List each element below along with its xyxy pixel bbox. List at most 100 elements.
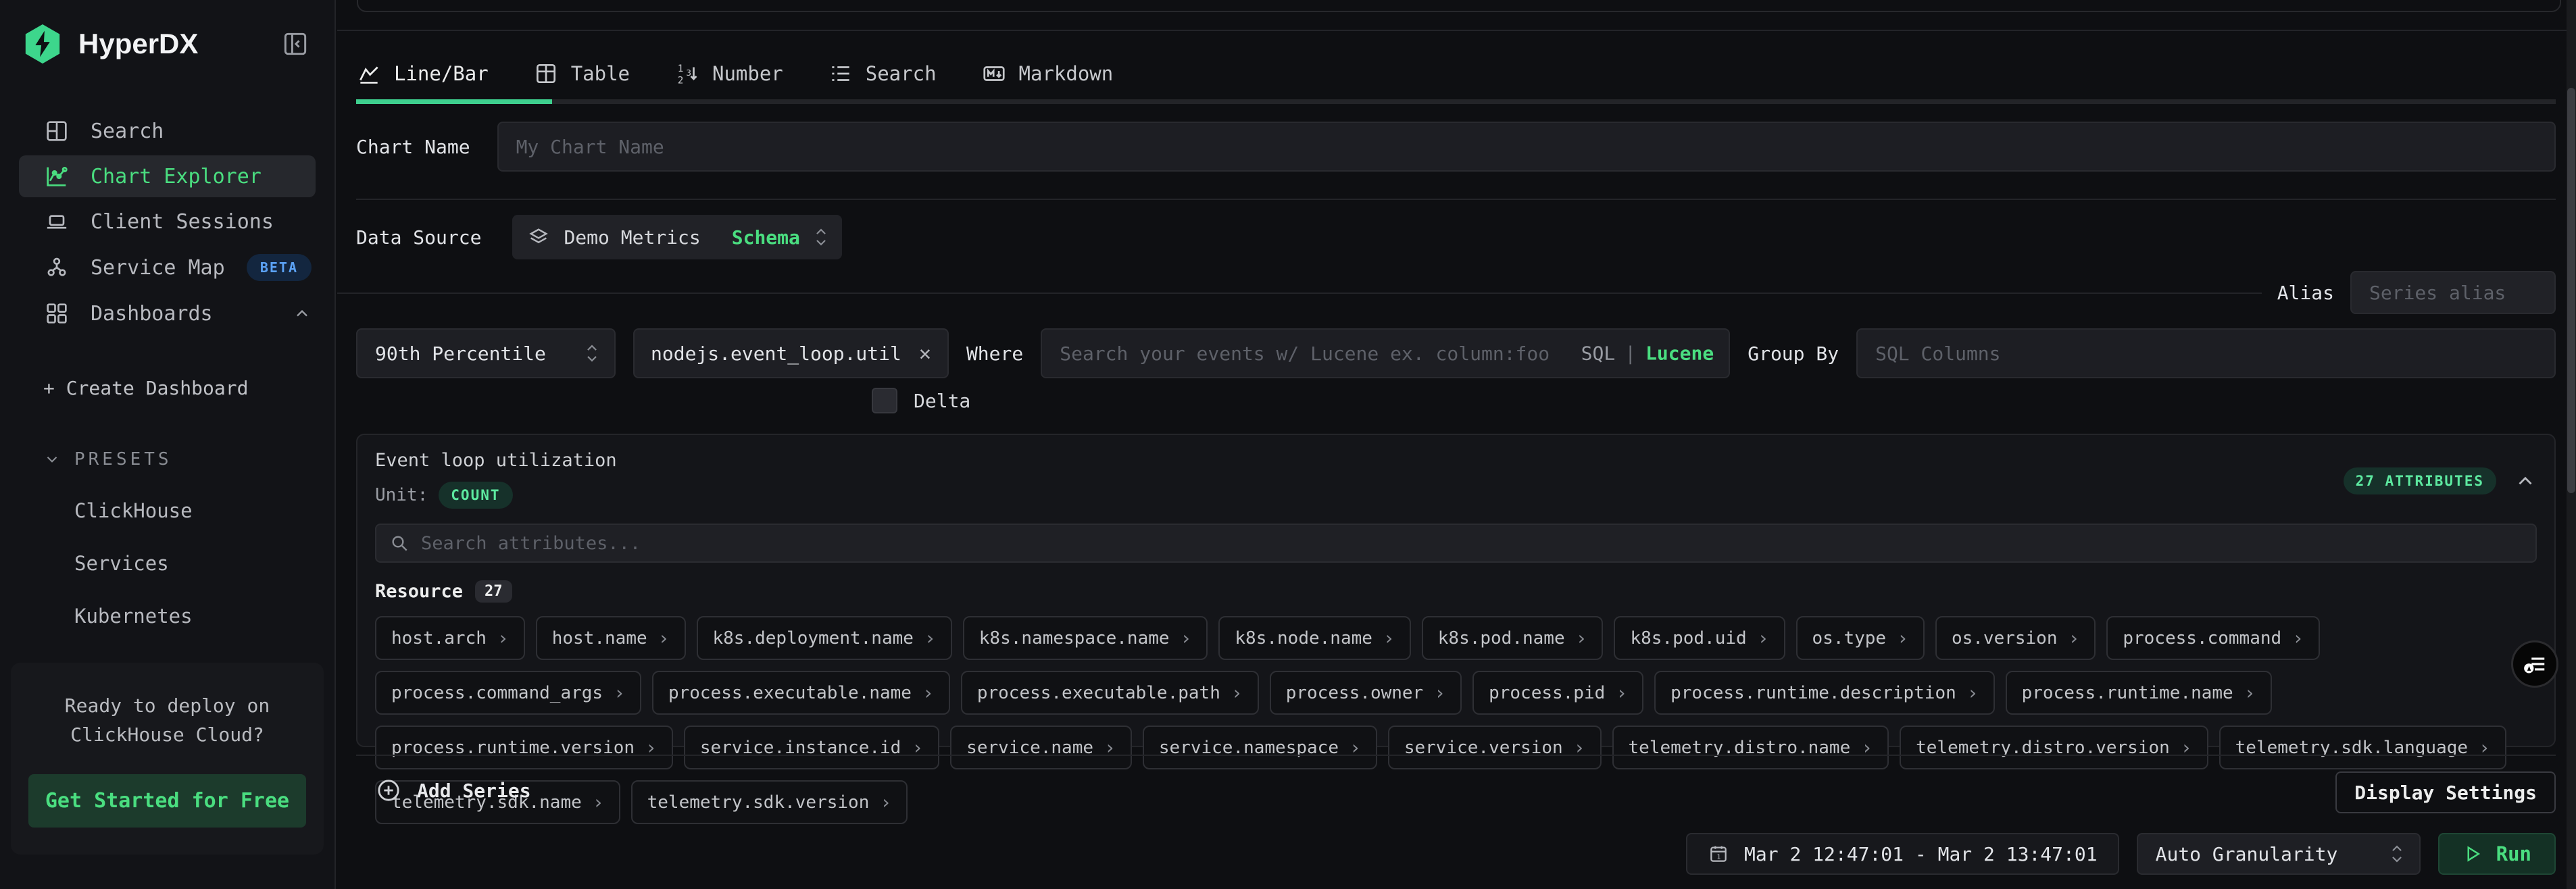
chart-name-row: Chart Name — [356, 122, 2556, 172]
tab-number[interactable]: 1 2 3 Number — [674, 49, 783, 99]
list-icon — [828, 61, 853, 86]
attribute-chip-list: host.arch › host.name › k8s.deployment.n… — [375, 616, 2537, 824]
attribute-chip[interactable]: k8s.deployment.name › — [697, 616, 952, 660]
chevron-right-icon: › — [2244, 682, 2256, 704]
sidebar-collapse-icon[interactable] — [280, 29, 310, 59]
display-settings-button[interactable]: Display Settings — [2335, 771, 2556, 813]
attribute-chip[interactable]: k8s.pod.uid › — [1614, 616, 1785, 660]
add-series-button[interactable]: Add Series — [375, 777, 531, 804]
preset-kubernetes[interactable]: Kubernetes — [74, 605, 335, 628]
attribute-chip-label: host.name — [552, 628, 647, 649]
attribute-chip-label: k8s.node.name — [1235, 628, 1372, 649]
where-label: Where — [966, 342, 1023, 365]
attribute-chip[interactable]: service.version › — [1388, 726, 1602, 769]
sidebar-item-chart-explorer[interactable]: Chart Explorer — [19, 155, 316, 197]
metric-description: Event loop utilization — [375, 450, 2344, 471]
chevron-right-icon: › — [1434, 682, 1445, 704]
attribute-chip[interactable]: k8s.node.name › — [1218, 616, 1410, 660]
alias-input[interactable] — [2350, 271, 2556, 314]
attribute-chip[interactable]: telemetry.distro.version › — [1900, 726, 2208, 769]
delta-checkbox[interactable] — [872, 388, 897, 413]
remove-metric-icon[interactable]: ✕ — [919, 342, 931, 365]
chevron-right-icon: › — [2292, 627, 2304, 649]
attribute-chip[interactable]: k8s.pod.name › — [1422, 616, 1604, 660]
panel-titles: Event loop utilization Unit: COUNT — [375, 450, 2344, 509]
attribute-chip[interactable]: process.command_args › — [375, 671, 641, 715]
attribute-chip[interactable]: k8s.namespace.name › — [963, 616, 1208, 660]
tab-table[interactable]: Table — [533, 49, 630, 99]
chart-name-input[interactable] — [497, 122, 2556, 172]
attribute-chip[interactable]: process.runtime.name › — [2006, 671, 2272, 715]
sidebar-item-client-sessions[interactable]: Client Sessions — [0, 200, 335, 243]
aggregation-value: 90th Percentile — [375, 342, 546, 365]
attribute-search-input[interactable] — [375, 524, 2537, 563]
divider — [356, 755, 2556, 756]
attribute-chip[interactable]: process.command › — [2106, 616, 2320, 660]
chevron-right-icon: › — [2069, 627, 2080, 649]
granularity-value: Auto Granularity — [2156, 843, 2338, 865]
collapse-panel-icon[interactable] — [2514, 469, 2537, 492]
alias-row: Alias — [2277, 271, 2556, 314]
attribute-chip[interactable]: telemetry.distro.name › — [1612, 726, 1889, 769]
search-icon — [389, 532, 410, 554]
attribute-chip-label: k8s.namespace.name — [979, 628, 1170, 649]
tab-search[interactable]: Search — [828, 49, 937, 99]
tab-markdown[interactable]: Markdown — [981, 49, 1114, 99]
create-dashboard-button[interactable]: + Create Dashboard — [43, 377, 335, 399]
attribute-chip-label: os.type — [1812, 628, 1887, 649]
attribute-chip[interactable]: process.runtime.version › — [375, 726, 673, 769]
granularity-select[interactable]: Auto Granularity — [2137, 833, 2421, 875]
metric-tag[interactable]: nodejs.event_loop.util ✕ — [633, 328, 949, 378]
scrollbar-thumb[interactable] — [2567, 88, 2575, 493]
attribute-chip[interactable]: telemetry.sdk.version › — [631, 780, 908, 824]
sidebar-item-search[interactable]: Search — [0, 109, 335, 153]
attribute-chip[interactable]: process.pid › — [1472, 671, 1643, 715]
preset-services[interactable]: Services — [74, 552, 335, 575]
tabs-track — [356, 99, 2556, 104]
aggregation-select[interactable]: 90th Percentile — [356, 328, 616, 378]
presets-header[interactable]: PRESETS — [43, 449, 335, 469]
lucene-toggle[interactable]: Lucene — [1645, 342, 1714, 365]
active-tab-underline — [356, 99, 552, 104]
attribute-chip[interactable]: service.instance.id › — [684, 726, 939, 769]
group-count-badge: 27 — [475, 580, 512, 603]
sidebar: HyperDX Search Chart Explorer Client Ses… — [0, 0, 336, 889]
get-started-button[interactable]: Get Started for Free — [28, 774, 306, 828]
sidebar-item-service-map[interactable]: Service Map BETA — [0, 246, 335, 289]
chevron-right-icon: › — [1231, 682, 1243, 704]
attributes-count-wrap: 27 ATTRIBUTES — [2344, 467, 2537, 494]
time-range-picker[interactable]: 1 Mar 2 12:47:01 - Mar 2 13:47:01 — [1686, 833, 2119, 875]
sidebar-item-label: Dashboards — [91, 302, 293, 326]
attribute-chip[interactable]: telemetry.sdk.language › — [2219, 726, 2506, 769]
preset-clickhouse[interactable]: ClickHouse — [74, 499, 335, 522]
attribute-chip[interactable]: host.name › — [536, 616, 686, 660]
divider — [337, 30, 2576, 31]
data-source-select[interactable]: Demo Metrics Schema — [512, 215, 841, 259]
attribute-chip[interactable]: process.owner › — [1270, 671, 1462, 715]
attribute-chip[interactable]: process.executable.name › — [652, 671, 950, 715]
svg-text:2: 2 — [678, 75, 684, 86]
sidebar-item-dashboards[interactable]: Dashboards — [0, 292, 335, 335]
chevron-right-icon: › — [924, 627, 936, 649]
chevron-right-icon: › — [1758, 627, 1769, 649]
group-by-input[interactable] — [1856, 328, 2556, 378]
metric-tag-label: nodejs.event_loop.util — [651, 342, 901, 365]
main-content: Line/Bar Table 1 2 3 Number Search — [337, 0, 2576, 889]
feedback-widget-button[interactable] — [2511, 640, 2558, 688]
attribute-chip[interactable]: os.type › — [1796, 616, 1925, 660]
attribute-chip[interactable]: service.name › — [950, 726, 1132, 769]
attribute-chip[interactable]: os.version › — [1935, 616, 2096, 660]
time-range-value: Mar 2 12:47:01 - Mar 2 13:47:01 — [1744, 843, 2098, 865]
attribute-chip[interactable]: process.runtime.description › — [1654, 671, 1995, 715]
attribute-chip[interactable]: process.executable.path › — [961, 671, 1259, 715]
attribute-chip-label: os.version — [1952, 628, 2058, 649]
tab-label: Table — [571, 62, 630, 85]
sql-toggle[interactable]: SQL — [1581, 342, 1616, 365]
attribute-chip[interactable]: host.arch › — [375, 616, 525, 660]
tab-line-bar[interactable]: Line/Bar — [356, 49, 489, 99]
chevron-down-icon — [43, 451, 61, 468]
schema-link[interactable]: Schema — [732, 226, 800, 249]
attribute-chip[interactable]: service.namespace › — [1143, 726, 1377, 769]
run-button[interactable]: Run — [2438, 833, 2556, 875]
chevron-right-icon: › — [1383, 627, 1395, 649]
